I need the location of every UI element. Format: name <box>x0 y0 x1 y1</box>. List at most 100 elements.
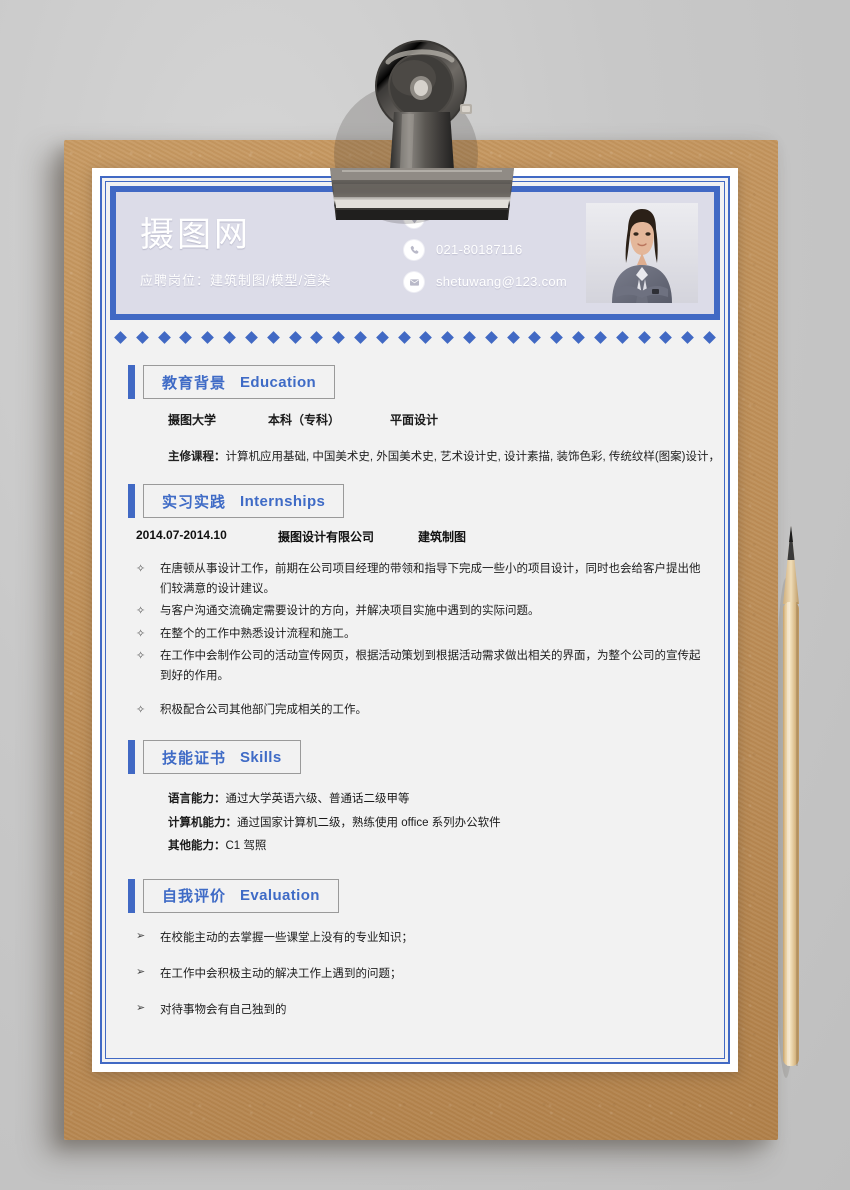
section-accent-bar <box>128 365 135 399</box>
skill-value: 通过大学英语六级、普通话二级甲等 <box>225 793 410 806</box>
section-title-cn: 实习实践 <box>162 493 227 511</box>
education-degree: 本科（专科） <box>268 413 341 427</box>
diamond-icon <box>550 330 564 344</box>
diamond-icon <box>594 330 607 344</box>
list-item: ✧ 积极配合公司其他部门完成相关的工作。 <box>136 700 702 720</box>
diamond-icon <box>659 330 673 344</box>
diamond-icon <box>288 330 302 344</box>
diamond-icon <box>419 330 433 344</box>
internship-role: 建筑制图 <box>418 530 467 544</box>
list-item: ✧ 在工作中会制作公司的活动宣传网页，根据活动策划到根据活动需求做出相关的界面，… <box>136 646 702 686</box>
section-title-box: 教育背景 Education <box>143 365 336 399</box>
diamond-icon <box>572 330 585 344</box>
diamond-icon <box>397 330 411 344</box>
internship-company: 摄图设计有限公司 <box>278 530 375 544</box>
diamond-icon <box>114 330 127 344</box>
resume-paper: 摄图网 应聘岗位：建筑制图/模型/渲染 021-80187116 shetuwa… <box>92 168 738 1072</box>
section-header-education: 教育背景 Education <box>128 365 702 399</box>
bullet-text: 对待事物会有自己独到的 <box>160 1003 287 1016</box>
diamond-icon <box>703 330 716 344</box>
section-title-cn: 教育背景 <box>162 374 227 392</box>
bullet-text: 在工作中会积极主动的解决工作上遇到的问题； <box>160 967 402 980</box>
section-title-en: Education <box>240 373 317 391</box>
bullet-arrow-icon: ➢ <box>136 929 146 942</box>
applied-position: 应聘岗位：建筑制图/模型/渲染 <box>140 273 332 289</box>
list-item: 其他能力：C1 驾照 <box>168 835 702 859</box>
section-accent-bar <box>128 484 135 518</box>
skill-value: 通过国家计算机二级，熟练使用 office 系列办公软件 <box>237 816 501 829</box>
diamond-icon <box>506 330 520 344</box>
list-item: ➢ 在工作中会积极主动的解决工作上遇到的问题； <box>136 965 702 981</box>
diamond-icon <box>135 330 149 344</box>
bullet-diamond-icon: ✧ <box>136 649 146 662</box>
section-header-internships: 实习实践 Internships <box>128 484 702 518</box>
bullet-text: 在整个的工作中熟悉设计流程和施工。 <box>160 627 356 640</box>
section-title-box: 技能证书 Skills <box>143 740 301 775</box>
section-title-en: Skills <box>240 748 282 766</box>
wooden-pencil <box>778 526 799 1078</box>
bullet-diamond-icon: ✧ <box>136 563 146 575</box>
diamond-icon <box>157 330 171 344</box>
contact-email-wrap: shetuwang@123.com <box>436 273 567 291</box>
diamond-icon <box>332 330 345 344</box>
section-title-box: 实习实践 Internships <box>143 484 345 518</box>
diamond-icon <box>354 330 367 344</box>
diamond-icon <box>375 330 389 344</box>
section-header-evaluation: 自我评价 Evaluation <box>128 878 702 913</box>
bullet-arrow-icon: ➢ <box>136 965 146 978</box>
list-item: ✧ 在整个的工作中熟悉设计流程和施工。 <box>136 624 702 644</box>
contact-email-text: shetuwang@123.com <box>436 274 568 289</box>
resume-content: 教育背景 Education 摄图大学 本科（专科） 平面设计 主修课程：计算机… <box>106 365 724 1017</box>
skill-label: 其他能力： <box>168 840 226 853</box>
section-accent-bar <box>128 878 135 913</box>
internship-bullets: ✧ 在唐顿从事设计工作，前期在公司项目经理的带领和指导下完成一些小的项目设计，同… <box>128 559 702 720</box>
list-item: 计算机能力：通过国家计算机二级，熟练使用 office 系列办公软件 <box>168 812 702 836</box>
diamond-icon <box>681 330 694 344</box>
resume-outer-border: 摄图网 应聘岗位：建筑制图/模型/渲染 021-80187116 shetuwa… <box>100 176 730 1064</box>
bullet-text: 在校能主动的去掌握一些课堂上没有的专业知识； <box>160 931 413 944</box>
bullet-text: 在唐顿从事设计工作，前期在公司项目经理的带领和指导下完成一些小的项目设计，同时也… <box>160 563 701 596</box>
education-courses-label: 主修课程： <box>168 451 226 463</box>
evaluation-bullets: ➢ 在校能主动的去掌握一些课堂上没有的专业知识； ➢ 在工作中会积极主动的解决工… <box>128 929 702 1017</box>
skill-value: C1 驾照 <box>225 840 267 853</box>
avatar <box>586 203 698 303</box>
bullet-text: 在工作中会制作公司的活动宣传网页，根据活动策划到根据活动需求做出相关的界面，为整… <box>160 649 701 682</box>
education-school: 摄图大学 <box>168 413 217 427</box>
internship-entry: 2014.07-2014.10 摄图设计有限公司 建筑制图 <box>128 528 702 545</box>
diamond-icon <box>179 330 193 344</box>
list-item: ✧ 在唐顿从事设计工作，前期在公司项目经理的带领和指导下完成一些小的项目设计，同… <box>136 559 702 599</box>
diamond-icon <box>463 330 476 344</box>
section-title-cn: 自我评价 <box>162 888 227 906</box>
diamond-icon <box>201 330 215 344</box>
diamond-icon <box>245 330 258 344</box>
diamond-icon <box>266 330 280 344</box>
bullet-text: 与客户沟通交流确定需要设计的方向，并解决项目实施中遇到的实际问题。 <box>160 605 540 618</box>
bullet-diamond-icon: ✧ <box>136 627 146 640</box>
diamond-divider <box>114 329 716 345</box>
bullet-diamond-icon: ✧ <box>136 605 146 618</box>
education-courses: 主修课程：计算机应用基础, 中国美术史, 外国美术史, 艺术设计史, 设计素描,… <box>128 448 720 464</box>
section-title-en: Evaluation <box>240 887 320 905</box>
section-title-en: Internships <box>240 492 326 510</box>
list-item: ✧ 与客户沟通交流确定需要设计的方向，并解决项目实施中遇到的实际问题。 <box>136 601 702 621</box>
diamond-icon <box>615 330 629 344</box>
diamond-icon <box>528 330 542 344</box>
bullet-arrow-icon: ➢ <box>136 1001 146 1014</box>
diamond-icon <box>637 330 651 344</box>
list-item: 语言能力：通过大学英语六级、普通话二级甲等 <box>168 788 702 812</box>
skills-list: 语言能力：通过大学英语六级、普通话二级甲等 计算机能力：通过国家计算机二级，熟练… <box>128 788 702 859</box>
diamond-icon <box>441 330 455 344</box>
contact-row-email: shetuwang@123.com <box>404 271 586 293</box>
bullet-diamond-icon: ✧ <box>136 704 146 716</box>
education-major: 平面设计 <box>390 413 439 427</box>
resume-body: 摄图网 应聘岗位：建筑制图/模型/渲染 021-80187116 shetuwa… <box>105 181 725 1059</box>
skill-label: 计算机能力： <box>168 816 237 829</box>
diamond-icon <box>223 330 236 344</box>
skill-label: 语言能力： <box>168 793 226 806</box>
list-item: ➢ 在校能主动的去掌握一些课堂上没有的专业知识； <box>136 929 702 945</box>
email-icon <box>404 272 424 292</box>
binder-clip <box>330 40 514 224</box>
section-accent-bar <box>128 740 135 775</box>
education-courses-value: 计算机应用基础, 中国美术史, 外国美术史, 艺术设计史, 设计素描, 装饰色彩… <box>225 451 721 463</box>
internship-period: 2014.07-2014.10 <box>136 528 227 542</box>
